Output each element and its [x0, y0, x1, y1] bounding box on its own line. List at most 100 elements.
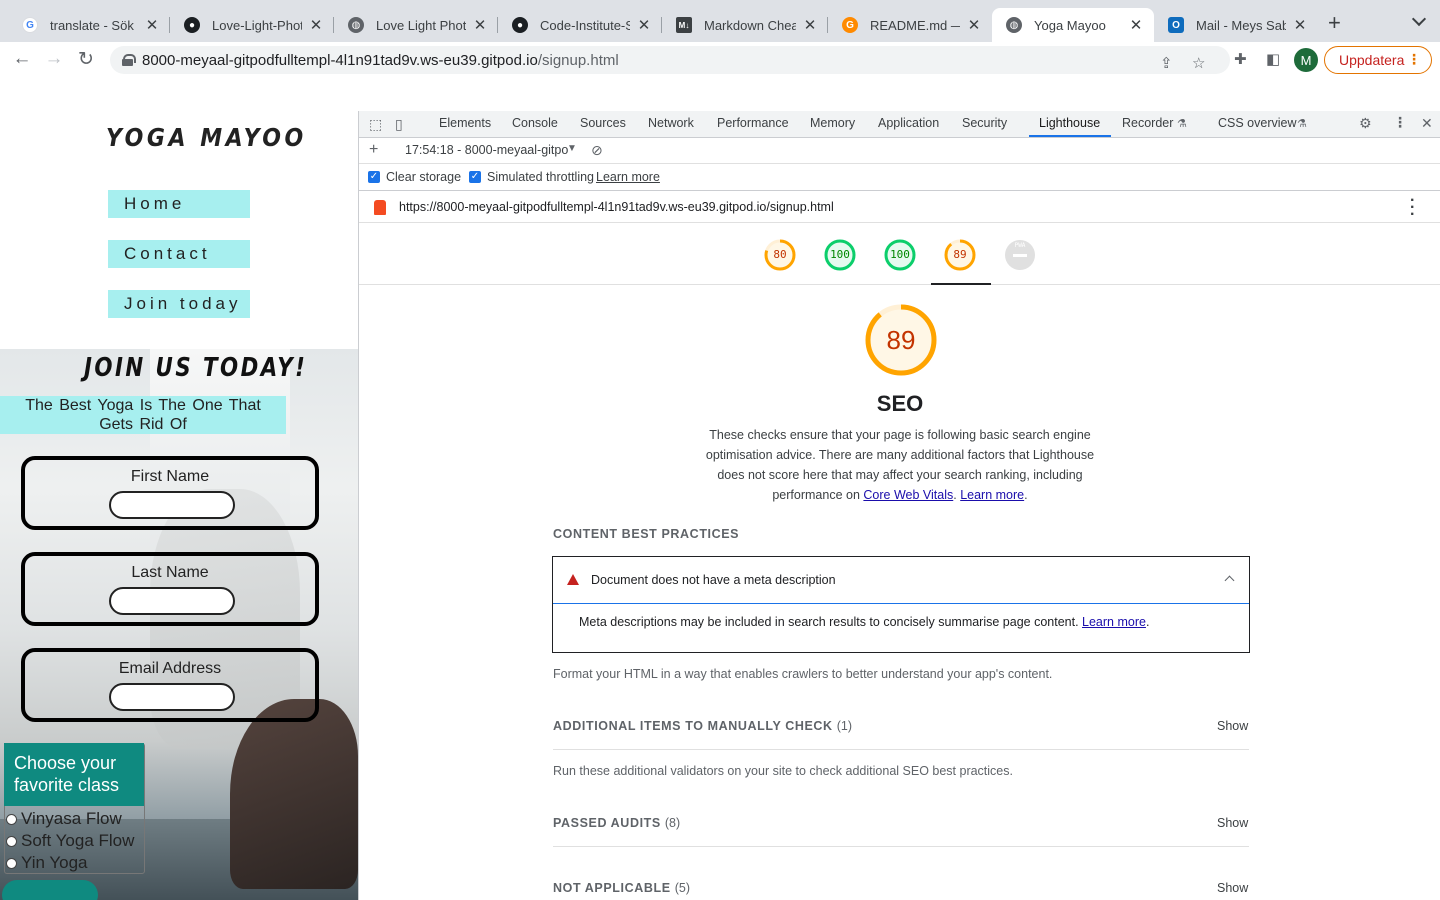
report-menu-icon[interactable]: · · ·	[1410, 193, 1415, 223]
tab-performance[interactable]: Performance	[717, 116, 789, 130]
report-url[interactable]: https://8000-meyaal-gitpodfulltempl-4l1n…	[399, 200, 834, 214]
clear-storage-checkbox[interactable]: ✓	[368, 171, 380, 183]
radio-button[interactable]	[6, 857, 17, 869]
close-tab-icon[interactable]: ✕	[1292, 16, 1308, 34]
clear-icon[interactable]: ⊘	[591, 142, 603, 159]
browser-tab[interactable]: M↓ Markdown Cheat ✕	[662, 8, 828, 42]
close-tab-icon[interactable]: ✕	[144, 16, 160, 34]
address-bar[interactable]: 8000-meyaal-gitpodfulltempl-4l1n91tad9v.…	[110, 46, 1230, 74]
passed-audits-heading[interactable]: PASSED AUDITS (8)	[553, 816, 680, 830]
star-icon[interactable]: ☆	[1192, 54, 1205, 72]
chevron-up-icon[interactable]	[1224, 575, 1235, 586]
inspect-element-icon[interactable]: ⬚	[369, 116, 382, 133]
email-input[interactable]	[109, 683, 235, 711]
close-tab-icon[interactable]: ✕	[802, 16, 818, 34]
audit-description: Meta descriptions may be included in sea…	[579, 615, 1150, 629]
back-arrow-icon[interactable]: ←	[10, 48, 34, 70]
flask-icon: ⚗	[1177, 118, 1187, 130]
reload-icon[interactable]: ↻	[74, 48, 98, 71]
close-tab-icon[interactable]: ✕	[636, 16, 652, 34]
nav-join-today[interactable]: Join today	[108, 290, 250, 318]
gauge-performance[interactable]: 80	[764, 239, 796, 271]
tab-elements[interactable]: Elements	[439, 116, 491, 130]
manual-check-heading[interactable]: ADDITIONAL ITEMS TO MANUALLY CHECK (1)	[553, 719, 852, 733]
core-web-vitals-link[interactable]: Core Web Vitals	[863, 488, 953, 502]
class-option[interactable]: Vinyasa Flow	[6, 809, 122, 829]
not-applicable-show-button[interactable]: Show	[1217, 881, 1248, 895]
close-icon[interactable]: ✕	[1421, 115, 1433, 132]
tab-sources[interactable]: Sources	[580, 116, 626, 130]
throttling-checkbox[interactable]: ✓	[469, 171, 481, 183]
close-tab-icon[interactable]: ✕	[472, 16, 488, 34]
browser-tab[interactable]: ● Code-Institute-Sc ✕	[498, 8, 662, 42]
url-path: /signup.html	[537, 51, 619, 69]
nav-home[interactable]: Home	[108, 190, 250, 218]
chevron-down-icon[interactable]	[1411, 11, 1427, 27]
forward-arrow-icon[interactable]: →	[42, 48, 66, 70]
close-tab-icon[interactable]: ✕	[308, 16, 324, 34]
new-report-icon[interactable]: +	[369, 141, 378, 159]
nav-contact[interactable]: Contact	[108, 240, 250, 268]
class-option-label: Yin Yoga	[21, 853, 88, 872]
tab-title: Mail - Meys Saba	[1196, 17, 1286, 33]
last-name-label: Last Name	[131, 564, 209, 581]
tab-lighthouse[interactable]: Lighthouse	[1039, 116, 1100, 130]
class-option[interactable]: Soft Yoga Flow	[6, 831, 134, 851]
manual-check-show-button[interactable]: Show	[1217, 719, 1248, 733]
tab-memory[interactable]: Memory	[810, 116, 855, 130]
audit-header[interactable]: Document does not have a meta descriptio…	[553, 557, 1249, 604]
tab-console[interactable]: Console	[512, 116, 558, 130]
seo-learn-more-link[interactable]: Learn more	[960, 488, 1024, 502]
browser-tab[interactable]: ● Love-Light-Photo ✕	[170, 8, 334, 42]
tab-security[interactable]: Security	[962, 116, 1007, 130]
seo-category-title: SEO	[876, 391, 924, 416]
url-host: 8000-meyaal-gitpodfulltempl-4l1n91tad9v.…	[142, 51, 538, 69]
caret-down-icon[interactable]: ▼	[567, 143, 577, 154]
email-label: Email Address	[118, 660, 222, 677]
browser-tab[interactable]: G README.md — gi ✕	[828, 8, 992, 42]
profile-avatar[interactable]: M	[1294, 48, 1318, 72]
browser-tab-active[interactable]: ◍ Yoga Mayoo ✕	[992, 8, 1154, 42]
tab-application[interactable]: Application	[878, 116, 939, 130]
tab-recorder[interactable]: Recorder	[1122, 116, 1173, 130]
browser-toolbar: ← → ↻ 8000-meyaal-gitpodfulltempl-4l1n91…	[0, 42, 1440, 78]
class-option[interactable]: Yin Yoga	[6, 853, 88, 873]
browser-tab[interactable]: G translate - Sök på ✕	[8, 8, 170, 42]
radio-button[interactable]	[6, 813, 17, 825]
format-html-text: Format your HTML in a way that enables c…	[553, 667, 1053, 681]
extensions-puzzle-icon[interactable]: ✚	[1234, 50, 1247, 68]
passed-audits-count: (8)	[664, 816, 681, 830]
report-select[interactable]: 17:54:18 - 8000-meyaal-gitpo	[405, 143, 568, 157]
update-button[interactable]: Uppdatera ⋮	[1324, 46, 1432, 74]
passed-audits-show-button[interactable]: Show	[1217, 816, 1248, 830]
first-name-input[interactable]	[109, 491, 235, 519]
tab-css-overview[interactable]: CSS overview	[1218, 116, 1297, 130]
browser-tab[interactable]: O Mail - Meys Saba ✕	[1154, 8, 1318, 42]
more-options-icon[interactable]: ⋮	[1393, 114, 1407, 131]
radio-button[interactable]	[6, 835, 17, 847]
share-icon[interactable]: ⇪	[1160, 54, 1173, 72]
not-applicable-heading[interactable]: NOT APPLICABLE (5)	[553, 881, 690, 895]
close-tab-icon[interactable]: ✕	[1128, 16, 1144, 34]
google-icon: G	[22, 17, 38, 33]
gauge-best-practices[interactable]: 100	[884, 239, 916, 271]
tab-title: Markdown Cheat	[704, 17, 796, 33]
gauge-seo[interactable]: 89	[944, 239, 976, 271]
divider	[553, 749, 1249, 750]
first-name-group: First Name	[21, 456, 319, 530]
learn-more-link[interactable]: Learn more	[596, 170, 660, 184]
gauge-accessibility[interactable]: 100	[824, 239, 856, 271]
gauge-pwa[interactable]: PWA	[1004, 239, 1036, 271]
browser-tab[interactable]: ◍ Love Light Photog ✕	[334, 8, 498, 42]
gear-icon[interactable]: ⚙	[1359, 115, 1372, 132]
tab-network[interactable]: Network	[648, 116, 694, 130]
last-name-input[interactable]	[109, 587, 235, 615]
site-logo[interactable]: YOGA MAYOO	[106, 123, 307, 152]
submit-button[interactable]	[2, 880, 98, 900]
side-panel-icon[interactable]: ◧	[1266, 50, 1280, 68]
warning-triangle-icon	[567, 574, 579, 585]
new-tab-icon[interactable]: +	[1328, 10, 1341, 36]
device-toolbar-icon[interactable]: ▯	[395, 116, 403, 133]
close-tab-icon[interactable]: ✕	[966, 16, 982, 34]
audit-learn-more-link[interactable]: Learn more	[1082, 615, 1146, 629]
